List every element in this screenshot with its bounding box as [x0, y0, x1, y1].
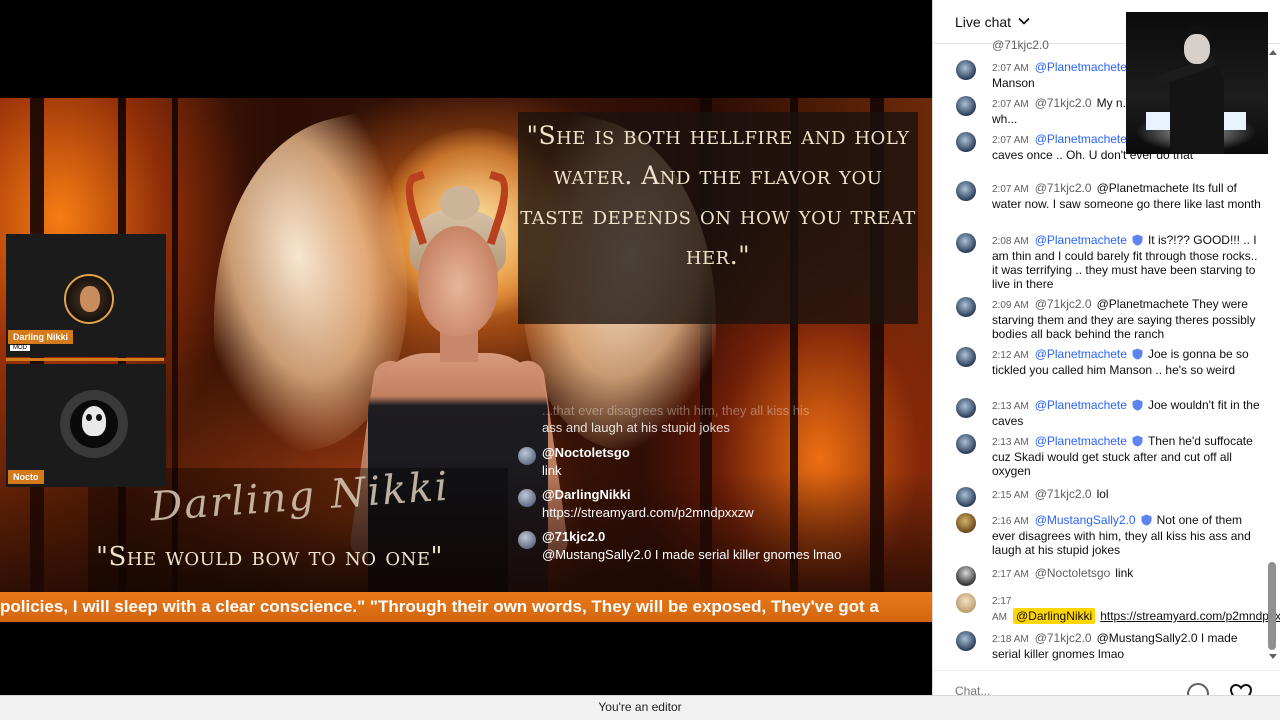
avatar[interactable] [956, 566, 976, 586]
chat-message-body: 2:13 AM @Planetmachete Joe wouldn't fit in… [992, 398, 1262, 428]
scroll-down-arrow-icon[interactable] [1269, 654, 1277, 659]
ticker-text: policies, I will sleep with a clear cons… [0, 597, 879, 616]
live-chat-dropdown[interactable]: Live chat [955, 14, 1011, 30]
verified-badge-icon [1132, 348, 1143, 360]
message-author[interactable]: @71kjc2.0 [1035, 487, 1092, 501]
chat-message-body: 2:12 AM @Planetmachete Joe is gonna be so … [992, 347, 1262, 377]
news-ticker: policies, I will sleep with a clear cons… [0, 592, 932, 622]
message-author[interactable]: @71kjc2.0 [1035, 297, 1092, 311]
verified-badge-icon [1132, 399, 1143, 411]
avatar[interactable] [956, 96, 976, 116]
avatar[interactable] [956, 347, 976, 367]
guest-tile-nocto[interactable]: Nocto [6, 364, 166, 487]
audio-level-bar [6, 358, 164, 361]
guest-name-tag: Darling Nikki [8, 330, 74, 344]
hellfire-quote: "She is both hellfire and holy water. An… [520, 121, 916, 270]
overlay-chat-item: @DarlingNikki https://streamyard.com/p2m… [518, 486, 918, 522]
avatar [518, 447, 536, 465]
bow-quote: "She would bow to no one" [96, 542, 443, 572]
avatar[interactable] [956, 181, 976, 201]
chat-message-body: 2:09 AM @71kjc2.0 @Planetmachete They were… [992, 297, 1262, 341]
message-timestamp: 2:15 AM [992, 490, 1029, 501]
message-timestamp: 2:08 AM [992, 236, 1029, 247]
chat-message-body: 2:15 AM @71kjc2.0 lol [992, 487, 1262, 503]
verified-badge-icon [1132, 234, 1143, 246]
message-author[interactable]: @71kjc2.0 [1035, 631, 1092, 645]
chat-composer [933, 670, 1280, 705]
message-timestamp: 2:07 AM [992, 99, 1029, 110]
message-text: link [1115, 566, 1134, 580]
avatar[interactable] [956, 434, 976, 454]
avatar[interactable] [956, 513, 976, 533]
message-timestamp: 2:07 AM [992, 184, 1029, 195]
verified-badge-icon [1132, 435, 1143, 447]
picture-in-picture-video[interactable] [1126, 12, 1268, 154]
message-timestamp: 2:09 AM [992, 300, 1029, 311]
message-timestamp: 2:18 AM [992, 634, 1029, 645]
verified-badge-icon [1141, 514, 1152, 526]
guest-role-tag: MOD [10, 345, 30, 351]
message-author[interactable]: @Noctoletsgo [1035, 566, 1111, 580]
message-timestamp: 2:07 AM [992, 135, 1029, 146]
message-text: @Planetmachete Its full of water now. I … [992, 181, 1261, 211]
scrollbar-thumb[interactable] [1268, 562, 1276, 650]
chevron-down-icon[interactable] [1018, 15, 1030, 27]
avatar[interactable] [956, 631, 976, 651]
avatar[interactable] [956, 398, 976, 418]
chat-message-body: 2:17 AM @DarlingNikki https://streamyard.c… [992, 593, 1280, 625]
chat-message-body: 2:08 AM @Planetmachete It is?!?? GOOD!!! .… [992, 233, 1262, 291]
avatar [64, 274, 114, 324]
fading-overlay-message: ...that ever disagrees with him, they al… [542, 403, 810, 435]
stream-player[interactable]: "She is both hellfire and holy water. An… [0, 0, 932, 695]
chat-scrollbar[interactable] [1266, 44, 1280, 664]
chat-message-body: 2:17 AM @Noctoletsgo link [992, 566, 1262, 582]
guest-name-tag: Nocto [8, 470, 44, 484]
message-author[interactable]: @71kjc2.0 [1035, 96, 1092, 110]
message-text: lol [1096, 487, 1109, 501]
message-timestamp: 2:17 AM [992, 569, 1029, 580]
message-author[interactable]: @Planetmachete [1035, 434, 1127, 448]
message-author[interactable]: @Planetmachete [1035, 347, 1127, 361]
chat-message-body: 2:16 AM @MustangSally2.0 Not one of them e… [992, 513, 1262, 557]
message-timestamp: 2:16 AM [992, 516, 1029, 527]
chat-message-body: 2:13 AM @Planetmachete Then he'd suffocate… [992, 434, 1262, 478]
stream-chat-overlay: @Noctoletsgo link @DarlingNikki https://… [518, 444, 918, 570]
message-timestamp: 2:13 AM [992, 437, 1029, 448]
message-author[interactable]: @Planetmachete [1035, 60, 1127, 74]
app-window: "She is both hellfire and holy water. An… [0, 0, 1280, 720]
overlay-chat-item: @71kjc2.0 @MustangSally2.0 I made serial… [518, 528, 918, 564]
message-timestamp: 2:17 AM [992, 596, 1012, 623]
overlay-chat-item: @Noctoletsgo link [518, 444, 918, 480]
avatar[interactable] [956, 233, 976, 253]
status-bar: You're an editor [0, 695, 1280, 720]
message-author[interactable]: @MustangSally2.0 [1035, 513, 1136, 527]
avatar[interactable] [956, 487, 976, 507]
message-author[interactable]: @Planetmachete [1035, 398, 1127, 412]
avatar[interactable] [956, 297, 976, 317]
message-author[interactable]: @71kjc2.0 [1035, 181, 1092, 195]
message-timestamp: 2:13 AM [992, 401, 1029, 412]
avatar[interactable] [956, 60, 976, 80]
chat-message-body: 2:18 AM @71kjc2.0 @MustangSally2.0 I made … [992, 631, 1262, 661]
message-text: @Planetmachete They were starving them a… [992, 297, 1256, 341]
scroll-up-arrow-icon[interactable] [1269, 50, 1277, 55]
message-author[interactable]: @Planetmachete [1035, 132, 1127, 146]
chat-message-body: 2:07 AM @71kjc2.0 @Planetmachete Its full … [992, 181, 1262, 211]
editor-status-text: You're an editor [598, 700, 682, 714]
message-author[interactable]: @Planetmachete [1035, 233, 1127, 247]
message-timestamp: 2:07 AM [992, 63, 1029, 74]
message-author[interactable]: @DarlingNikki [1013, 608, 1096, 624]
message-link[interactable]: https://streamyard.com/p2mndpxxzw [1100, 609, 1280, 623]
guest-tile-darling-nikki[interactable]: Darling Nikki MOD [6, 234, 166, 357]
message-timestamp: 2:12 AM [992, 350, 1029, 361]
avatar[interactable] [956, 132, 976, 152]
avatar [518, 531, 536, 549]
avatar[interactable] [956, 593, 976, 613]
avatar [60, 390, 128, 458]
avatar [518, 489, 536, 507]
